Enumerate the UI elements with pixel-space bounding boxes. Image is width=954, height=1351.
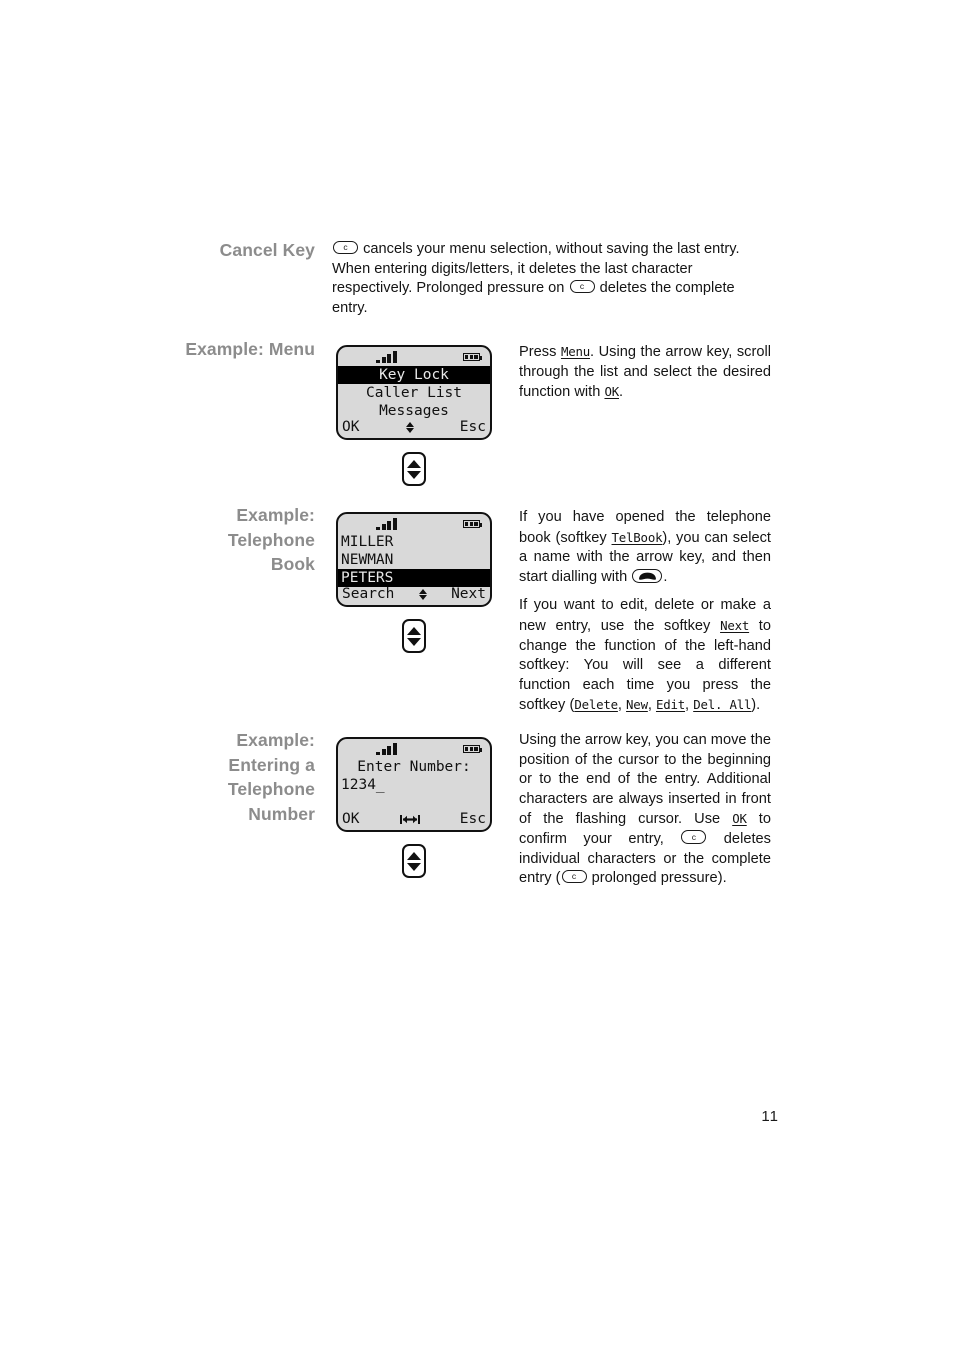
cancel-c-key-icon — [569, 279, 595, 294]
battery-icon — [463, 353, 482, 361]
softkey-ref-ok: OK — [732, 811, 747, 827]
display-lines: Enter Number: 1234_ — [338, 758, 490, 812]
up-down-arrow-key[interactable] — [402, 452, 426, 486]
telephone-book-body-text: If you have opened the telephone book (s… — [519, 508, 771, 716]
display-line[interactable]: NEWMAN — [338, 551, 490, 569]
softkey-ref-delete: Delete — [574, 697, 618, 713]
section-heading-entering-number: Example: Entering a Telephone Number — [180, 728, 315, 826]
section-heading-example-menu: Example: Menu — [180, 337, 315, 362]
text-run: prolonged pressure). — [591, 870, 727, 887]
display-number-input[interactable]: 1234_ — [338, 776, 490, 794]
display-line[interactable]: MILLER — [338, 533, 490, 551]
telephone-book-display: MILLER NEWMAN PETERS Search Next — [336, 512, 492, 607]
softkey-right-label[interactable]: Esc — [460, 809, 486, 829]
paragraph: Using the arrow key, you can move the po… — [519, 731, 771, 889]
display-line-selected[interactable]: Key Lock — [338, 366, 490, 384]
paragraph: cancels your menu selection, without sav… — [332, 240, 770, 318]
paragraph: If you have opened the telephone book (s… — [519, 508, 771, 587]
cancel-c-key-icon — [333, 240, 358, 254]
softkey-ref-edit: Edit — [655, 697, 686, 713]
up-down-arrow-icon — [359, 421, 459, 433]
dial-handset-key-icon — [632, 568, 663, 583]
softkey-ref-telbook: TelBook — [611, 529, 663, 545]
paragraph: If you want to edit, delete or make a ne… — [519, 596, 771, 716]
enter-number-display: Enter Number: 1234_ OK Esc — [336, 737, 492, 832]
text-run: Press — [519, 344, 557, 360]
softkey-ref-ok: OK — [604, 384, 619, 400]
heading-line: Telephone — [227, 529, 315, 550]
manual-page: Cancel Key cancels your menu selection, … — [0, 0, 954, 1351]
display-softkey-row: OK Esc — [338, 417, 490, 437]
up-down-arrow-key[interactable] — [402, 619, 426, 653]
softkey-right-label[interactable]: Next — [451, 584, 486, 604]
up-down-arrow-icon — [394, 588, 451, 600]
softkey-ref-menu: Menu — [560, 344, 590, 359]
softkey-ref-new: New — [626, 697, 648, 713]
display-softkey-row: OK Esc — [338, 809, 490, 829]
telephone-book-display-wrap: MILLER NEWMAN PETERS Search Next — [336, 512, 492, 653]
cancel-c-key-icon — [561, 869, 587, 884]
cancel-key-body-text: cancels your menu selection, without sav… — [332, 240, 770, 318]
enter-number-display-wrap: Enter Number: 1234_ OK Esc — [336, 737, 492, 878]
display-lines: MILLER NEWMAN PETERS — [338, 533, 490, 587]
text-run: , — [617, 697, 627, 714]
text-run: . — [619, 384, 624, 401]
menu-display: Key Lock Caller List Messages OK Esc — [336, 345, 492, 440]
display-status-bar — [338, 739, 490, 758]
section-heading-telephone-book: Example: Telephone Book — [180, 503, 315, 577]
up-down-arrow-key[interactable] — [402, 844, 426, 878]
softkey-ref-next: Next — [720, 617, 750, 633]
text-run: , — [685, 697, 694, 714]
display-prompt-line: Enter Number: — [357, 759, 471, 775]
display-status-bar — [338, 514, 490, 533]
battery-icon — [463, 520, 482, 528]
heading-line: Example: — [236, 505, 315, 525]
display-softkey-row: Search Next — [338, 584, 490, 604]
entering-number-body-text: Using the arrow key, you can move the po… — [519, 731, 771, 889]
example-menu-body-text: Press Menu. Using the arrow key, scroll … — [519, 342, 771, 403]
heading-line: Telephone — [227, 779, 315, 799]
signal-bars-icon — [376, 351, 397, 363]
display-line[interactable]: Caller List — [338, 384, 490, 402]
heading-line: Example: Menu — [185, 339, 315, 359]
softkey-left-label[interactable]: OK — [342, 417, 359, 437]
signal-bars-icon — [376, 743, 397, 755]
text-run: . — [663, 568, 668, 585]
display-status-bar — [338, 347, 490, 366]
heading-line: Example: — [236, 730, 315, 750]
heading-line: Book — [270, 554, 315, 574]
paragraph: Press Menu. Using the arrow key, scroll … — [519, 342, 771, 403]
menu-display-wrap: Key Lock Caller List Messages OK Esc — [336, 345, 492, 486]
heading-line: Entering a — [228, 754, 315, 775]
battery-icon — [463, 745, 482, 753]
text-run: , — [647, 697, 656, 714]
left-right-cursor-icon — [359, 814, 459, 825]
display-lines: Key Lock Caller List Messages — [338, 366, 490, 420]
heading-line: Cancel Key — [219, 240, 315, 260]
section-heading-cancel-key: Cancel Key — [180, 238, 315, 263]
softkey-ref-del-all: Del. All — [693, 697, 752, 713]
softkey-left-label[interactable]: OK — [342, 809, 359, 829]
text-run: . Using the arrow key, scroll through th… — [519, 344, 771, 401]
cancel-c-key-icon — [681, 830, 707, 844]
softkey-right-label[interactable]: Esc — [460, 417, 486, 437]
signal-bars-icon — [376, 518, 397, 530]
heading-line: Number — [248, 803, 315, 824]
page-number: 11 — [761, 1108, 779, 1125]
softkey-left-label[interactable]: Search — [342, 584, 394, 604]
text-run: ). — [751, 697, 761, 714]
